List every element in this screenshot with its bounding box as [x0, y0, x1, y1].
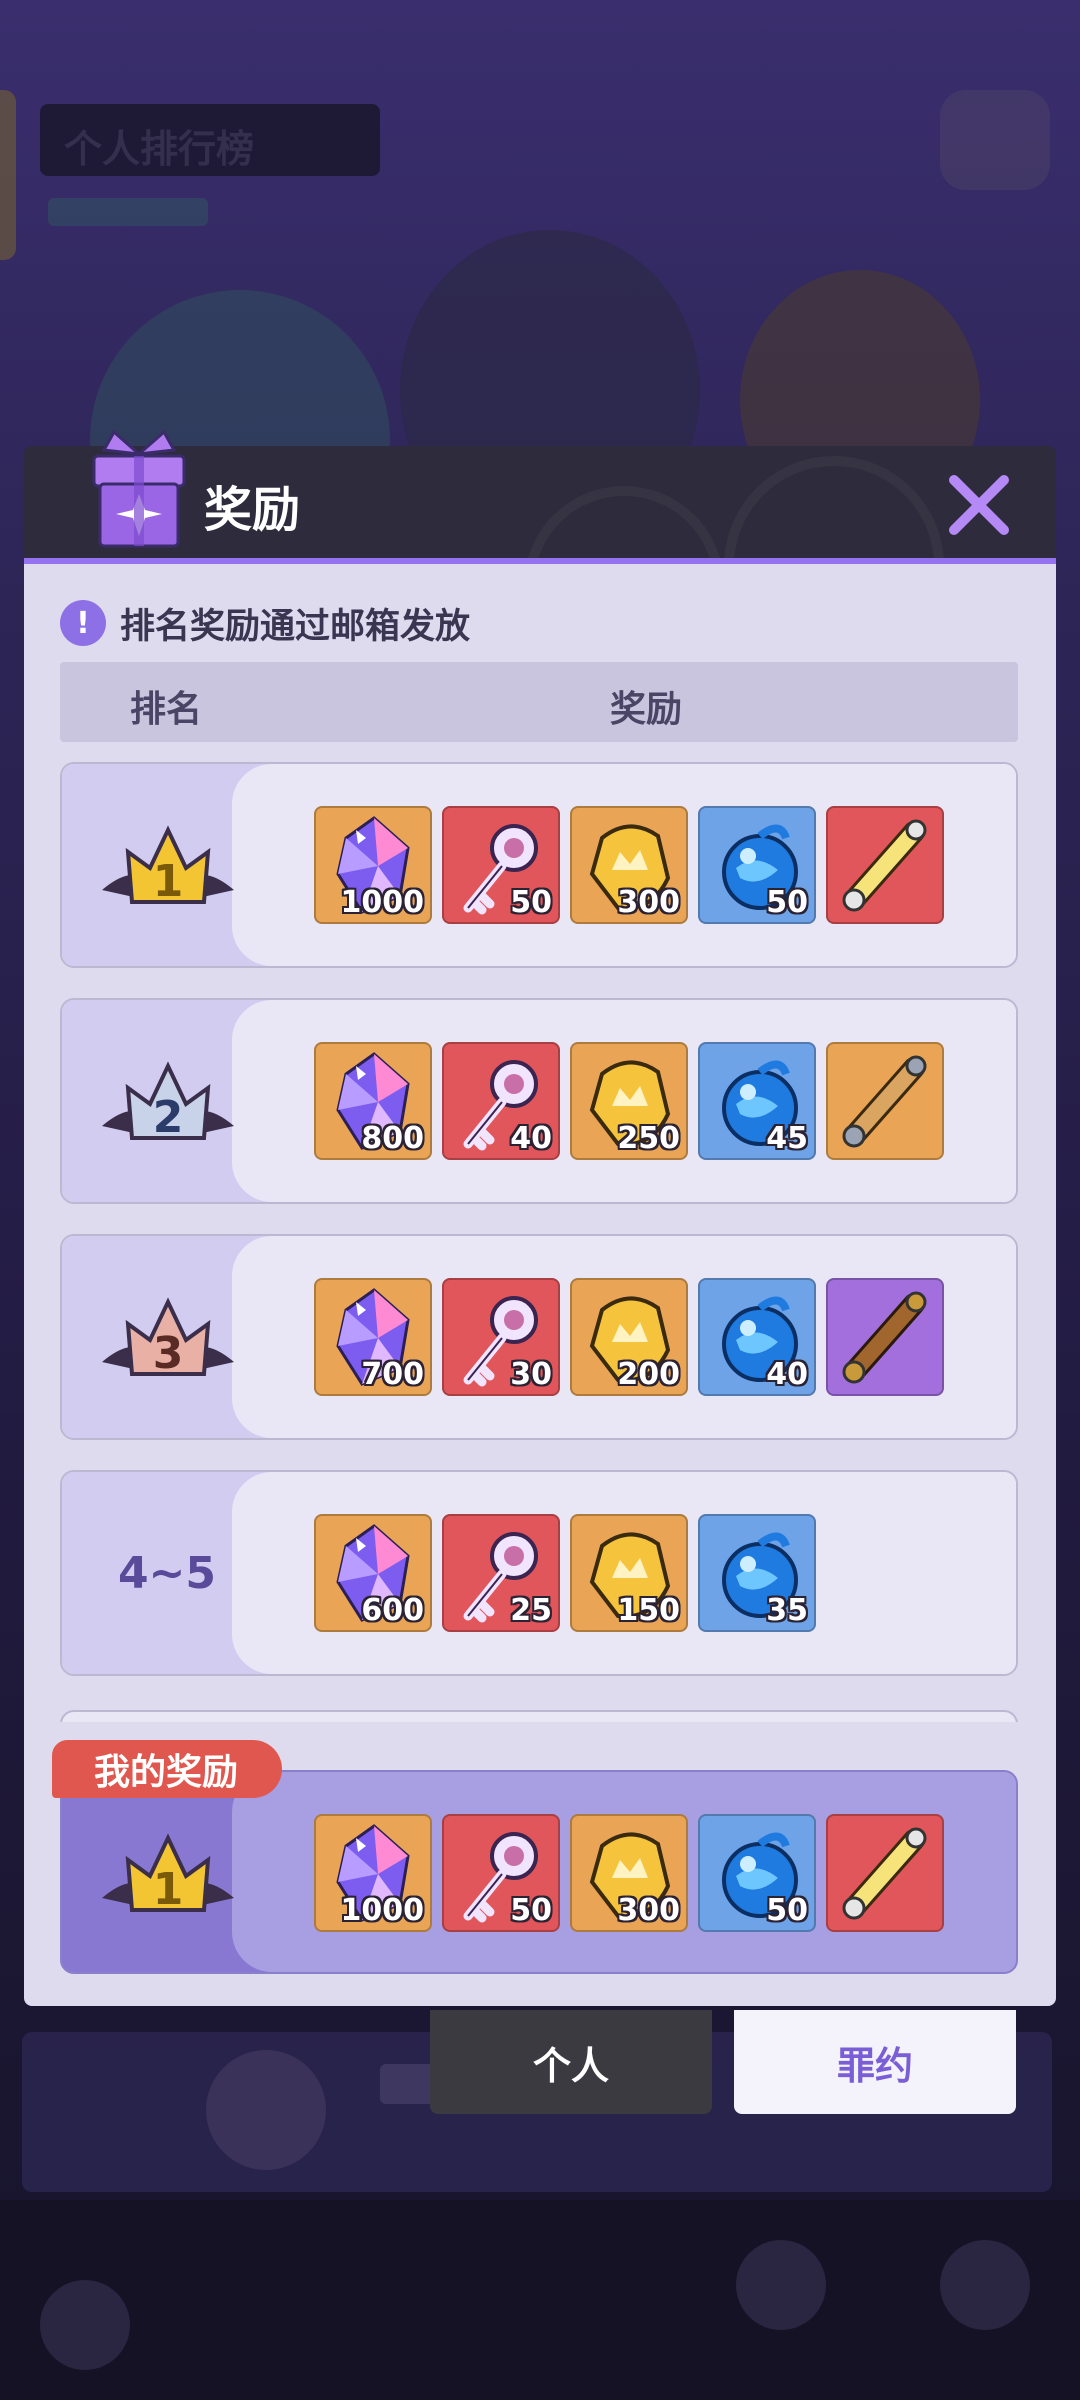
- column-header-reward: 奖励: [610, 689, 683, 730]
- bronze-scroll-icon: [842, 1291, 927, 1384]
- reward-item[interactable]: 150: [570, 1514, 688, 1632]
- reward-item[interactable]: 50: [442, 1814, 560, 1932]
- notice: ! 排名奖励通过邮箱发放: [60, 598, 470, 648]
- silver-scroll-icon: [842, 1055, 927, 1148]
- reward-item[interactable]: 50: [698, 806, 816, 924]
- reward-item[interactable]: 50: [442, 806, 560, 924]
- modal-title: 奖励: [204, 482, 301, 538]
- crown-rank-1-icon: 1: [102, 1833, 234, 1915]
- reward-items: 1000 50 300 50: [314, 806, 944, 926]
- list-item: 3 700 30 200 40: [60, 1234, 1018, 1440]
- reward-item[interactable]: [826, 1042, 944, 1160]
- item-quantity: 700: [361, 1357, 424, 1392]
- item-quantity: 600: [361, 1593, 424, 1628]
- crown-rank-1-icon: 1: [102, 825, 234, 907]
- reward-item[interactable]: 35: [698, 1514, 816, 1632]
- item-quantity: 50: [766, 1893, 808, 1928]
- gold-scroll-icon: [842, 1827, 927, 1920]
- leaderboard-title: 个人排行榜: [64, 127, 255, 171]
- reward-item[interactable]: [826, 1278, 944, 1396]
- svg-text:1: 1: [153, 856, 184, 907]
- gift-icon: [92, 429, 186, 548]
- item-quantity: 35: [766, 1593, 808, 1628]
- reward-item[interactable]: 700: [314, 1278, 432, 1396]
- svg-text:1: 1: [153, 1864, 184, 1915]
- reward-item[interactable]: 600: [314, 1514, 432, 1632]
- tab-personal[interactable]: 个人: [430, 2010, 712, 2114]
- avatar: [206, 2050, 326, 2170]
- reward-item[interactable]: 50: [698, 1814, 816, 1932]
- reward-item[interactable]: 1000: [314, 1814, 432, 1932]
- bottom-nav: [0, 2200, 1080, 2400]
- item-quantity: 25: [510, 1593, 552, 1628]
- item-quantity: 40: [766, 1357, 808, 1392]
- reward-item[interactable]: 800: [314, 1042, 432, 1160]
- list-item: 2 800 40 250 45: [60, 998, 1018, 1204]
- reward-items: 1000 50 300 50: [314, 1814, 944, 1934]
- rank-badge-edge: [0, 90, 16, 260]
- item-quantity: 50: [510, 885, 552, 920]
- item-quantity: 50: [510, 1893, 552, 1928]
- item-quantity: 1000: [340, 885, 425, 920]
- item-quantity: 250: [617, 1121, 680, 1156]
- column-header-rank: 排名: [130, 689, 203, 730]
- reward-items: 600 25 150 35: [314, 1514, 816, 1634]
- my-reward-label: 我的奖励: [52, 1740, 283, 1798]
- table-header: 排名 奖励: [60, 662, 1018, 742]
- list-item-partial: [60, 1710, 1018, 1722]
- reward-item[interactable]: 1000: [314, 806, 432, 924]
- item-quantity: 50: [766, 885, 808, 920]
- info-icon: !: [60, 600, 106, 646]
- leaderboard-subtitle: [48, 198, 208, 226]
- item-quantity: 300: [617, 1893, 680, 1928]
- item-quantity: 1000: [340, 1893, 425, 1928]
- rank-label: 4~5: [117, 1547, 217, 1599]
- nav-icon: [736, 2240, 826, 2330]
- item-quantity: 150: [617, 1593, 680, 1628]
- svg-text:2: 2: [153, 1092, 184, 1143]
- list-item: 4~5 600 25 150 35: [60, 1470, 1018, 1676]
- reward-item[interactable]: 25: [442, 1514, 560, 1632]
- reward-item[interactable]: [826, 1814, 944, 1932]
- gold-scroll-icon: [842, 819, 927, 912]
- reward-item[interactable]: [826, 806, 944, 924]
- item-quantity: 30: [510, 1357, 552, 1392]
- item-quantity: 300: [617, 885, 680, 920]
- nav-icon: [940, 2240, 1030, 2330]
- reward-item[interactable]: 250: [570, 1042, 688, 1160]
- reward-item[interactable]: 300: [570, 806, 688, 924]
- reward-item[interactable]: 45: [698, 1042, 816, 1160]
- tab-guild[interactable]: 罪约: [734, 2010, 1016, 2114]
- reward-item[interactable]: 300: [570, 1814, 688, 1932]
- notice-text: 排名奖励通过邮箱发放: [120, 606, 471, 647]
- item-quantity: 800: [361, 1121, 424, 1156]
- close-icon[interactable]: [944, 470, 1014, 540]
- reward-chest-icon: [940, 90, 1050, 190]
- reward-item[interactable]: 30: [442, 1278, 560, 1396]
- reward-item[interactable]: 40: [698, 1278, 816, 1396]
- my-reward-row: 1 1000 50 300 50: [60, 1770, 1018, 1974]
- crown-rank-3-icon: 3: [102, 1297, 234, 1379]
- reward-items: 800 40 250 45: [314, 1042, 944, 1162]
- item-quantity: 45: [766, 1121, 808, 1156]
- item-quantity: 200: [617, 1357, 680, 1392]
- reward-items: 700 30 200 40: [314, 1278, 944, 1398]
- reward-item[interactable]: 40: [442, 1042, 560, 1160]
- svg-text:3: 3: [153, 1328, 184, 1379]
- crown-rank-2-icon: 2: [102, 1061, 234, 1143]
- item-quantity: 40: [510, 1121, 552, 1156]
- reward-item[interactable]: 200: [570, 1278, 688, 1396]
- back-icon: [40, 2280, 130, 2370]
- reward-modal: 奖励 ! 排名奖励通过邮箱发放 排名 奖励 1 1000 50 300 50 2 800 40…: [24, 429, 1056, 2006]
- list-item: 1 1000 50 300 50: [60, 762, 1018, 968]
- reward-list[interactable]: 1 1000 50 300 50 2 800 40 250 45 3 700 30 200 40 4~5 600…: [60, 762, 1018, 1722]
